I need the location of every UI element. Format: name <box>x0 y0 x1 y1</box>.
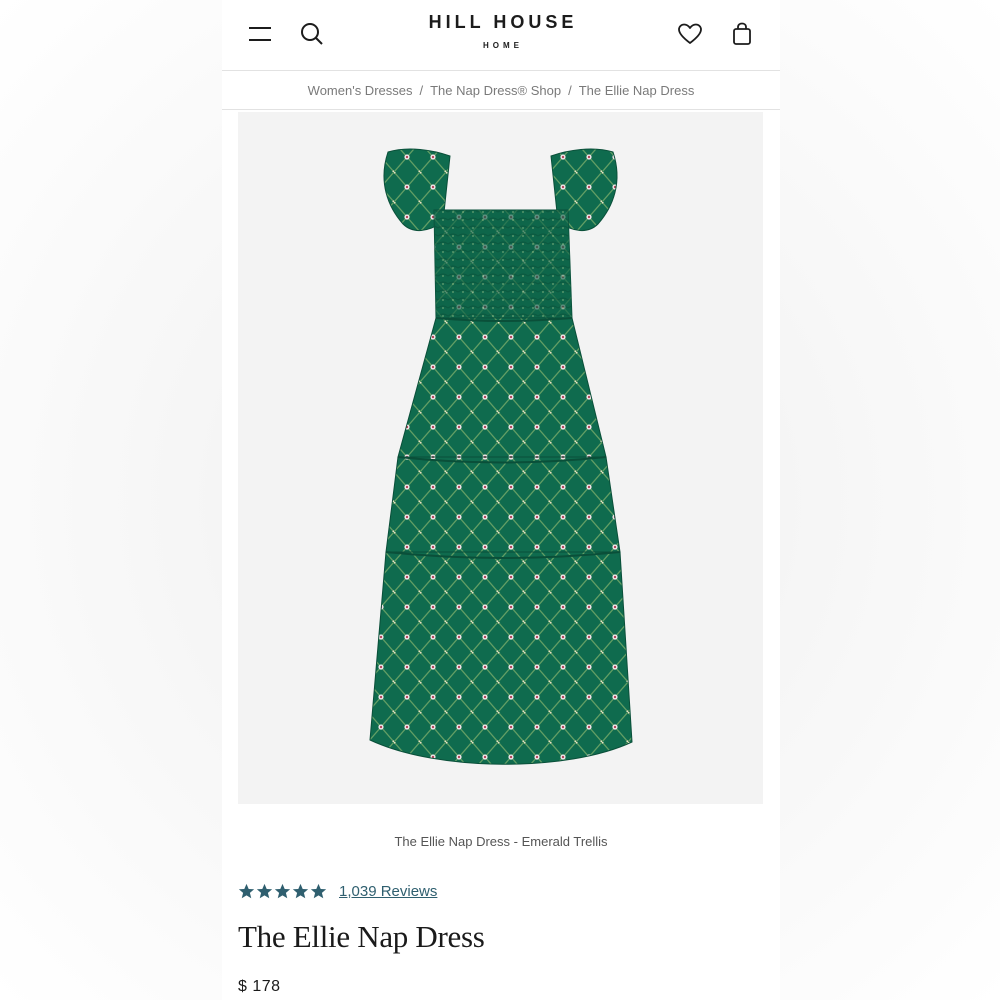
breadcrumb-item-womens-dresses[interactable]: Women's Dresses <box>308 83 413 98</box>
breadcrumb-separator: / <box>419 82 424 98</box>
star-icon <box>310 883 327 898</box>
product-image[interactable] <box>238 112 763 804</box>
mobile-page: HILL HOUSE HOME Women's Dresses / The Na… <box>222 0 780 1000</box>
rating-row: 1,039 Reviews <box>238 880 437 902</box>
star-icon <box>292 883 309 898</box>
site-header: HILL HOUSE HOME <box>222 0 780 71</box>
breadcrumb-separator: / <box>568 82 572 98</box>
rating-stars[interactable] <box>238 883 327 900</box>
shopping-bag-icon[interactable] <box>728 20 756 48</box>
star-icon <box>238 883 255 898</box>
dress-illustration <box>369 148 633 765</box>
star-icon <box>256 883 273 898</box>
reviews-link[interactable]: 1,039 Reviews <box>339 883 437 900</box>
product-title: The Ellie Nap Dress <box>238 919 485 954</box>
star-icon <box>274 883 291 898</box>
product-price: $ 178 <box>238 978 281 995</box>
product-image-caption: The Ellie Nap Dress - Emerald Trellis <box>394 834 608 849</box>
heart-icon[interactable] <box>676 20 704 48</box>
breadcrumb-item-ellie-nap-dress[interactable]: The Ellie Nap Dress <box>579 83 695 98</box>
breadcrumb: Women's Dresses / The Nap Dress® Shop / … <box>222 71 780 110</box>
breadcrumb-item-nap-dress-shop[interactable]: The Nap Dress® Shop <box>430 83 561 98</box>
